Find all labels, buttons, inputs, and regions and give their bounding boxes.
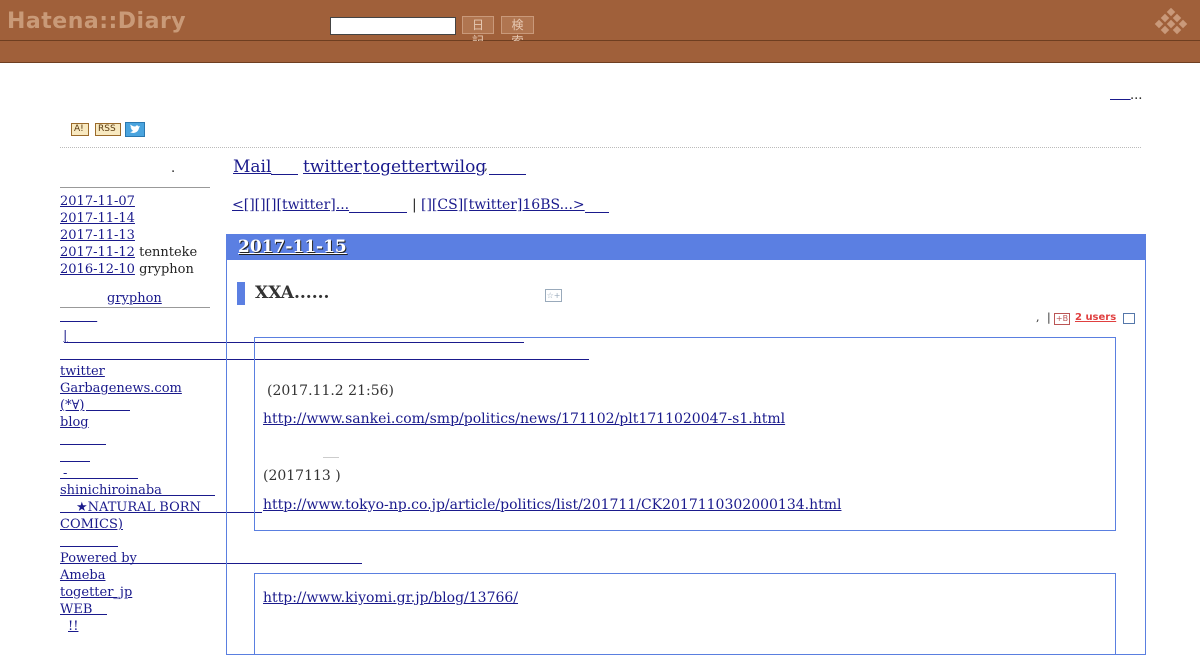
antenna-icon[interactable]: A! bbox=[71, 123, 89, 136]
profile-title-link[interactable]: gryphon bbox=[107, 290, 162, 307]
nav-twitter-link[interactable]: twitter bbox=[303, 157, 362, 177]
meta-pipe: | bbox=[1047, 311, 1051, 324]
link-underline bbox=[60, 478, 138, 479]
blockquote: http://www.kiyomi.gr.jp/blog/13766/ bbox=[254, 573, 1116, 655]
rss-icon[interactable]: RSS bbox=[95, 123, 121, 136]
link-underline bbox=[489, 174, 526, 175]
divider bbox=[323, 457, 339, 458]
nav-mail-link[interactable]: Mail bbox=[233, 157, 271, 177]
sidebar-powered-link[interactable]: Powered by bbox=[60, 550, 137, 567]
sidebar-dot: . bbox=[171, 161, 176, 176]
section-title[interactable]: XXA...... bbox=[255, 283, 329, 303]
link-underline bbox=[60, 546, 118, 547]
day-date-link[interactable]: 2017-11-15 bbox=[238, 237, 347, 257]
recent-date-link[interactable]: 2017-11-07 bbox=[60, 194, 135, 209]
quote-source-link[interactable]: http://www.sankei.com/smp/politics/news/… bbox=[263, 411, 785, 427]
link-underline bbox=[60, 461, 90, 462]
hatena-mark-icon[interactable] bbox=[1152, 8, 1192, 38]
add-star-icon[interactable]: ☆+ bbox=[545, 289, 562, 302]
blockquote: (2017.11.2 21:56) http://www.sankei.com/… bbox=[254, 337, 1116, 531]
sidebar-natural-link[interactable]: ★NATURAL BORN bbox=[76, 499, 201, 516]
quote-timestamp: (2017.11.2 21:56) bbox=[267, 383, 394, 399]
hatena-bookmark-icon[interactable]: +B bbox=[1054, 313, 1070, 325]
quote-date: (2017113 ) bbox=[263, 468, 341, 484]
sidebar-shinichi-link[interactable]: shinichiroinaba bbox=[60, 482, 162, 499]
link-underline bbox=[271, 174, 298, 175]
link-underline bbox=[86, 410, 130, 411]
recent-date-link[interactable]: 2017-11-12 bbox=[60, 245, 135, 260]
nav-togetter-link[interactable]: togettertwilog bbox=[363, 157, 486, 177]
sidebar-face-link[interactable]: (*∀) bbox=[60, 397, 85, 414]
sidebar-excl-link[interactable]: !! bbox=[68, 618, 78, 635]
link-underline bbox=[60, 614, 107, 615]
section-marker bbox=[237, 282, 245, 305]
search-button[interactable]: 検索 bbox=[501, 16, 534, 48]
top-right-link[interactable] bbox=[1110, 87, 1131, 102]
sidebar-blog-link[interactable]: blog bbox=[60, 414, 89, 431]
link-underline bbox=[60, 495, 215, 496]
prev-entry-link[interactable]: <[][][][twitter]... bbox=[232, 197, 349, 213]
sidebar-web-link[interactable]: WEB bbox=[60, 601, 92, 618]
comment-icon[interactable] bbox=[1123, 313, 1135, 324]
diary-sub-bar bbox=[0, 41, 1200, 63]
pager-separator: | bbox=[412, 197, 417, 213]
meta-comma: , bbox=[1036, 311, 1040, 324]
link-underline bbox=[60, 444, 106, 445]
twitter-icon[interactable] bbox=[125, 122, 145, 137]
search-input[interactable] bbox=[330, 17, 456, 35]
recent-user: tennteke bbox=[139, 245, 198, 260]
link-underline bbox=[585, 212, 609, 213]
next-entry-link[interactable]: [][CS][twitter]16BS...> bbox=[421, 197, 585, 213]
sidebar-garbagenews-link[interactable]: Garbagenews.com bbox=[60, 380, 182, 397]
hatena-diary-logo[interactable]: Hatena::Diary bbox=[7, 9, 186, 34]
recent-date-link[interactable]: 2017-11-13 bbox=[60, 228, 135, 243]
sidebar-blank-link[interactable] bbox=[60, 308, 97, 325]
top-right-dots: ... bbox=[1130, 88, 1143, 103]
recent-user: gryphon bbox=[139, 262, 194, 277]
recent-date-link[interactable]: 2016-12-10 bbox=[60, 262, 135, 277]
day-header: 2017-11-15 bbox=[226, 234, 1145, 260]
bookmark-users-count[interactable]: 2 users bbox=[1075, 312, 1116, 323]
sidebar-ameba-link[interactable]: Ameba bbox=[60, 567, 105, 584]
sidebar-togetter-jp-link[interactable]: togetter_jp bbox=[60, 584, 132, 601]
diary-button[interactable]: 日記 bbox=[462, 16, 494, 48]
quote-source-link[interactable]: http://www.kiyomi.gr.jp/blog/13766/ bbox=[263, 590, 518, 606]
sidebar-comics-link[interactable]: COMICS) bbox=[60, 516, 123, 533]
sidebar-twitter-link[interactable]: twitter bbox=[60, 363, 105, 380]
quote-source-link[interactable]: http://www.tokyo-np.co.jp/article/politi… bbox=[263, 497, 841, 513]
sidebar-rule bbox=[60, 187, 210, 188]
recent-date-link[interactable]: 2017-11-14 bbox=[60, 211, 135, 226]
link-underline bbox=[349, 212, 407, 213]
nav-comma: , bbox=[484, 159, 488, 173]
hatena-header-bar: Hatena::Diary 日記 検索 bbox=[0, 0, 1200, 48]
sidebar-dash-link[interactable]: - bbox=[63, 465, 67, 482]
title-rule bbox=[60, 147, 1141, 148]
